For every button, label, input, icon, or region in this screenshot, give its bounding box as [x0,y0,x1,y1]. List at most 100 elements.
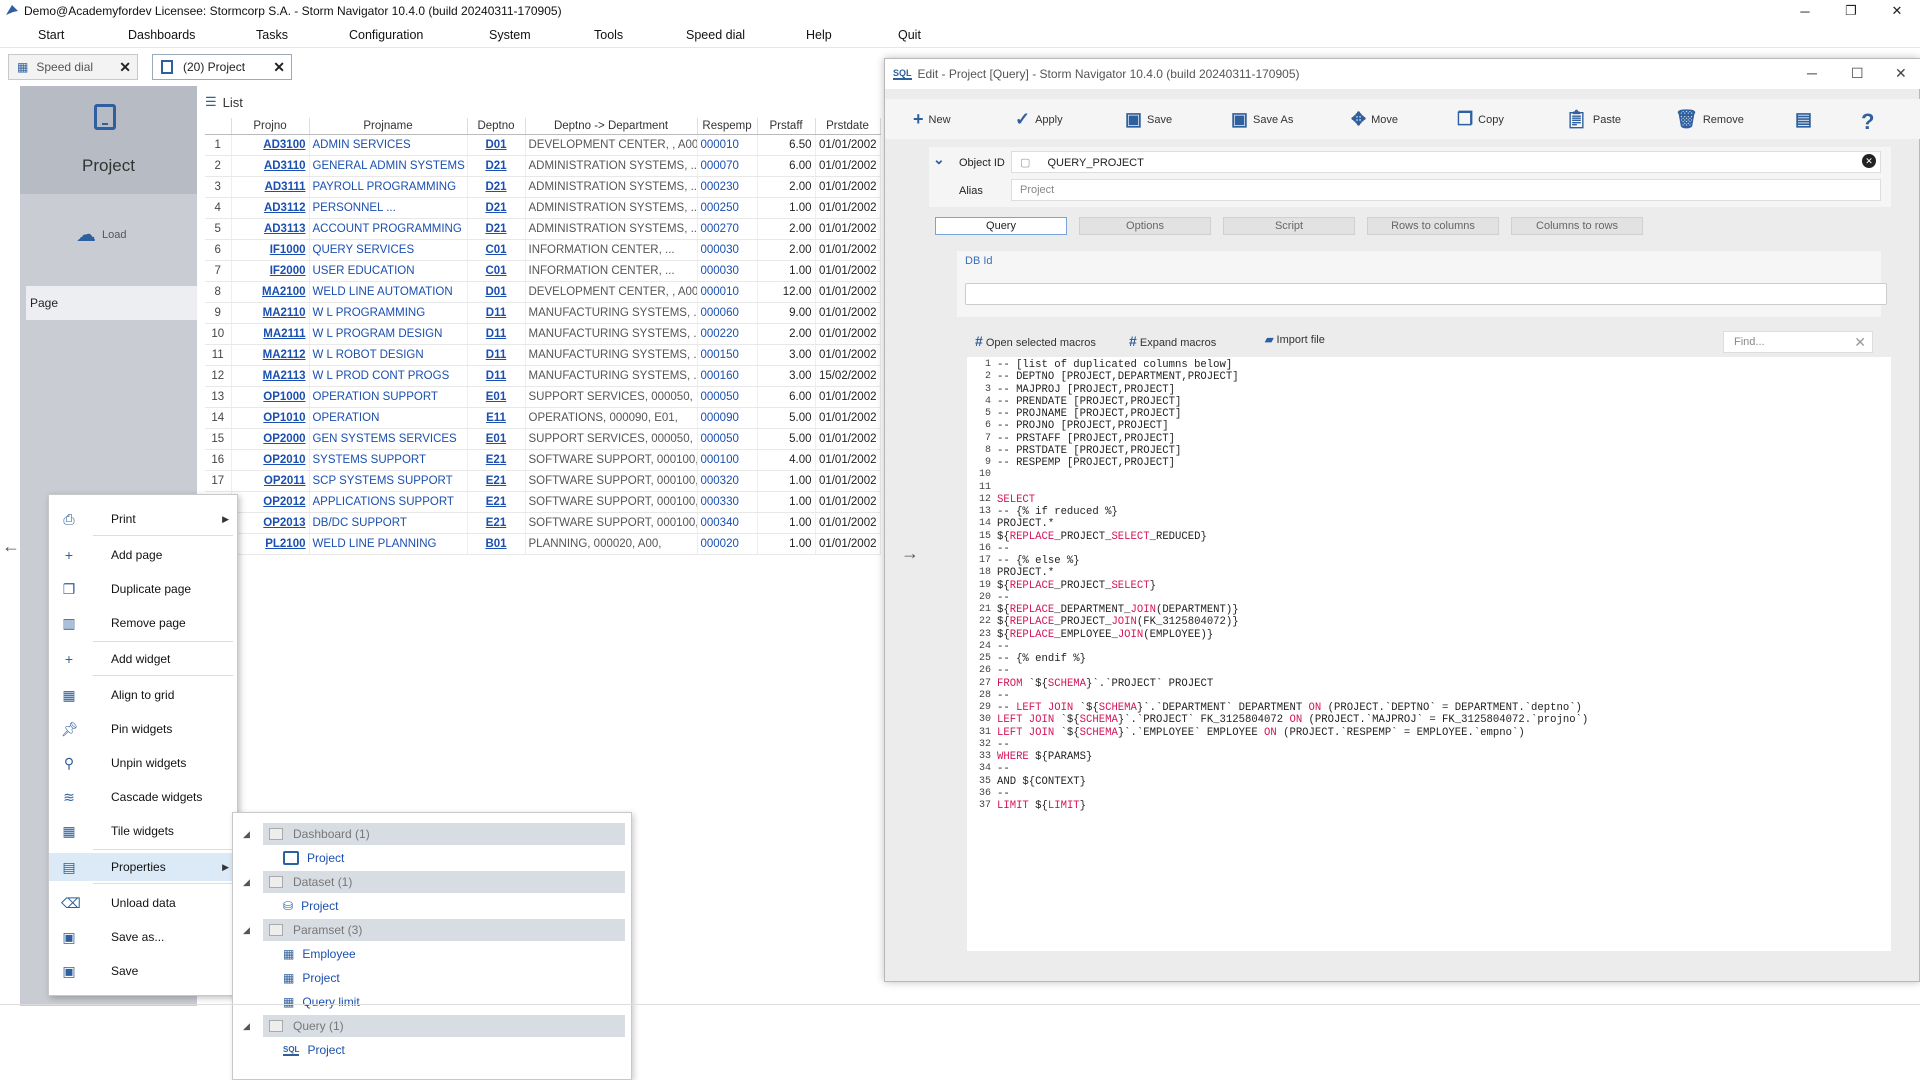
table-cell[interactable]: OP1000 [231,386,310,408]
table-cell[interactable]: D01 [467,134,526,156]
menu-save-as[interactable]: ▣ Save as... [49,923,237,951]
table-cell[interactable]: MA2100 [231,281,310,303]
table-cell[interactable]: AD3110 [231,155,310,177]
table-row[interactable]: 1 AD3100 ADMIN SERVICES D01 DEVELOPMENT CENT… [205,134,881,156]
table-row[interactable]: 20PL2100WELD LINE PLANNINGB01PLANNING, 0… [205,533,881,555]
menu-system[interactable]: System [489,28,531,42]
tree-item[interactable]: ▦ Employee [283,943,356,965]
tree-group-dashboard[interactable]: ◢ Dashboard (1) [243,823,625,845]
table-cell[interactable]: OP2012 [231,491,310,513]
column-header[interactable]: Respemp [697,118,758,135]
edit-maximize-button[interactable]: ☐ [1851,65,1864,82]
collapse-chevron-icon[interactable]: ⌄ [933,151,945,168]
table-cell[interactable]: E01 [467,428,526,450]
table-row[interactable]: 16 OP2010 SYSTEMS SUPPORT E21 SOFTWARE SUPPO… [205,449,881,471]
column-header[interactable]: Deptno -> Department [525,118,698,135]
db-id-field[interactable] [965,283,1887,305]
close-tab-icon[interactable]: ✕ [119,59,131,76]
menu-tile-widgets[interactable]: ▦ Tile widgets [49,817,237,845]
table-cell[interactable]: AD3113 [231,218,310,240]
tab-project[interactable]: (20) Project ✕ [152,54,292,80]
tab-rows-to-columns[interactable]: Rows to columns [1367,217,1499,235]
table-cell[interactable]: D21 [467,218,526,240]
table-cell[interactable]: D11 [467,365,526,387]
remove-button[interactable]: 🗑︎ Remove [1675,109,1744,130]
table-cell[interactable]: D21 [467,155,526,177]
table-row[interactable]: 18OP2012APPLICATIONS SUPPORTE21SOFTWARE … [205,491,881,513]
tab-script[interactable]: Script [1223,217,1355,235]
save-button[interactable]: ▣ Save [1125,109,1172,130]
column-header[interactable] [205,118,232,135]
column-header[interactable]: Prstaff [757,118,816,135]
table-cell[interactable]: AD3111 [231,176,310,198]
menu-remove-page[interactable]: ▥ Remove page [49,609,237,637]
menu-dashboards[interactable]: Dashboards [128,28,195,42]
back-arrow-icon[interactable]: ← [2,536,20,557]
table-cell[interactable]: C01 [467,260,526,282]
table-cell[interactable]: MA2111 [231,323,310,345]
table-cell[interactable]: MA2112 [231,344,310,366]
menu-align-to-grid[interactable]: ▦ Align to grid [49,681,237,709]
menu-tasks[interactable]: Tasks [256,28,288,42]
import-file-button[interactable]: ▰ Import file [1265,333,1325,346]
save-as-button[interactable]: ▣ Save As [1231,109,1293,130]
new-button[interactable]: + New [913,109,951,130]
tab-options[interactable]: Options [1079,217,1211,235]
minimize-button[interactable]: ─ [1782,0,1828,22]
dashboard-card[interactable]: Project [20,86,197,194]
menu-quit[interactable]: Quit [898,28,921,42]
menu-tools[interactable]: Tools [594,28,623,42]
table-row[interactable]: 14 OP1010 OPERATION E11 OPERATIONS, 000090, … [205,407,881,429]
tab-speed-dial[interactable]: ▦ Speed dial ✕ [8,54,138,80]
tree-item[interactable]: ▦ Project [283,967,340,989]
menu-add-widget[interactable]: + Add widget [49,645,237,673]
column-header[interactable]: Deptno [467,118,526,135]
table-cell[interactable]: D01 [467,281,526,303]
restore-button[interactable]: ❐ [1828,0,1874,22]
table-cell[interactable]: E21 [467,470,526,492]
menu-properties[interactable]: ▤ Properties ▶ [49,853,237,881]
table-cell[interactable]: D11 [467,323,526,345]
table-cell[interactable]: IF1000 [231,239,310,261]
tree-item[interactable]: SQL Project [283,1039,345,1061]
menu-help[interactable]: Help [806,28,832,42]
column-header[interactable]: Prstdate [815,118,881,135]
alias-field[interactable]: Project [1011,179,1881,201]
table-cell[interactable]: D11 [467,344,526,366]
tree-item[interactable]: Project [283,847,344,869]
table-row[interactable]: 2 AD3110 GENERAL ADMIN SYSTEMS D21 ADMINISTR… [205,155,881,177]
column-header[interactable]: Projno [231,118,310,135]
load-button[interactable]: ☁ Load [76,222,126,247]
table-cell[interactable]: E21 [467,491,526,513]
table-cell[interactable]: OP2000 [231,428,310,450]
table-row[interactable]: 12 MA2113 W L PROD CONT PROGS D11 MANUFACTUR… [205,365,881,387]
table-cell[interactable]: PL2100 [231,533,310,555]
table-cell[interactable]: D21 [467,197,526,219]
expand-macros-button[interactable]: # Expand macros [1129,333,1216,349]
menu-save[interactable]: ▣ Save [49,957,237,985]
menu-add-page[interactable]: + Add page [49,541,237,569]
tree-item[interactable]: ▦ Query limit [283,991,360,1013]
table-cell[interactable]: E11 [467,407,526,429]
tree-group-dataset[interactable]: ◢ Dataset (1) [243,871,625,893]
table-cell[interactable]: OP2010 [231,449,310,471]
table-cell[interactable]: D11 [467,302,526,324]
table-cell[interactable]: MA2110 [231,302,310,324]
table-cell[interactable]: MA2113 [231,365,310,387]
find-input[interactable]: Find... ✕ [1723,331,1873,353]
table-row[interactable]: 6 IF1000 QUERY SERVICES C01 INFORMATION CENT… [205,239,881,261]
tree-group-query[interactable]: ◢ Query (1) [243,1015,625,1037]
menu-cascade-widgets[interactable]: ≋ Cascade widgets [49,783,237,811]
move-button[interactable]: ✥ Move [1351,109,1398,130]
menu-unload-data[interactable]: ⌫ Unload data [49,889,237,917]
help-button[interactable]: ? [1861,109,1874,135]
table-row[interactable]: 19OP2013DB/DC SUPPORTE21SOFTWARE SUPPORT… [205,512,881,534]
table-cell[interactable]: E21 [467,512,526,534]
paste-button[interactable]: 📋︎ Paste [1565,109,1621,130]
edit-minimize-button[interactable]: ─ [1807,65,1817,81]
tree-item[interactable]: ⛁ Project [283,895,338,917]
copy-button[interactable]: ❐ Copy [1457,109,1504,130]
clear-find-icon[interactable]: ✕ [1854,334,1866,351]
menu-unpin-widgets[interactable]: ⚲ Unpin widgets [49,749,237,777]
table-row[interactable]: 4 AD3112 PERSONNEL ... D21 ADMINISTRATION SY… [205,197,881,219]
